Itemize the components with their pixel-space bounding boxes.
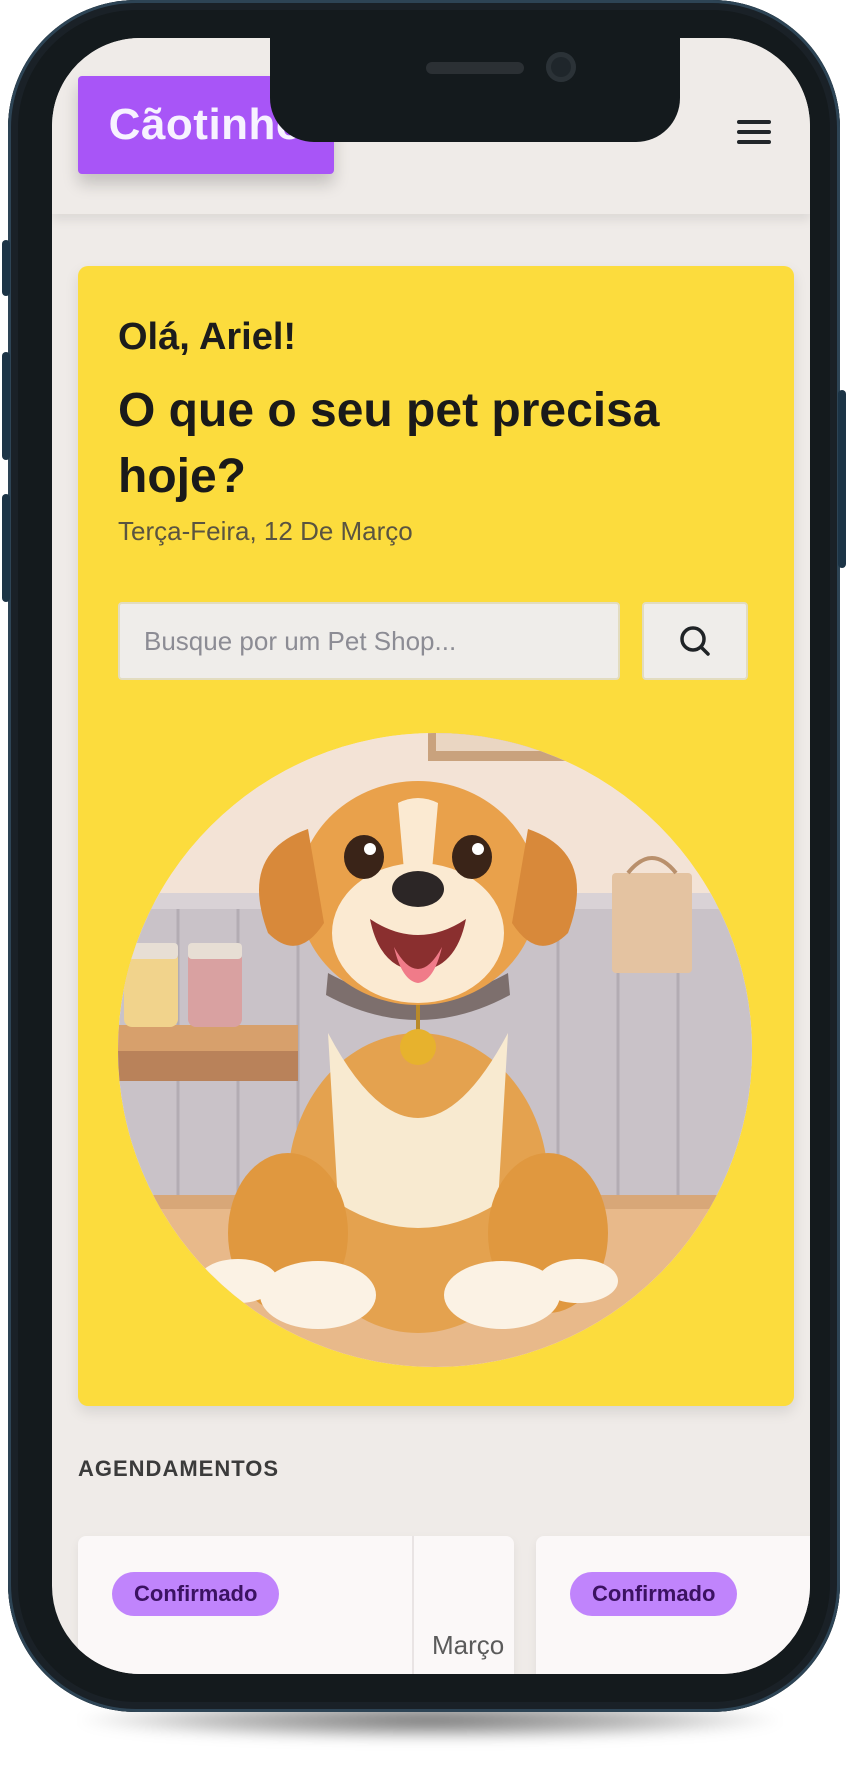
appointment-month: Março <box>432 1630 505 1660</box>
greeting-text: Olá, Ariel! <box>118 316 297 358</box>
status-badge: Confirmado <box>112 1572 280 1616</box>
search-button[interactable] <box>642 602 748 680</box>
device-mockup: Cãotinho Olá, Ariel! O que o seu pet pre… <box>0 0 846 1776</box>
dog-illustration <box>118 733 752 1367</box>
appointment-card[interactable]: Confirmado Março <box>78 1536 514 1674</box>
page-title: O que o seu pet precisa hoje? <box>118 384 660 503</box>
card-divider <box>412 1536 414 1674</box>
speaker-grille <box>426 62 524 74</box>
phone-screen: Cãotinho Olá, Ariel! O que o seu pet pre… <box>52 38 810 1674</box>
volume-down-button <box>2 494 10 602</box>
hero-card: Olá, Ariel! O que o seu pet precisa hoje… <box>78 266 794 1406</box>
mute-switch <box>2 240 10 296</box>
hamburger-menu-icon[interactable] <box>732 110 776 154</box>
power-button <box>838 390 846 568</box>
search-icon <box>680 626 710 656</box>
dog-illustration-art <box>118 733 752 1367</box>
appointment-card[interactable]: Confirmado <box>536 1536 810 1674</box>
status-badge: Confirmado <box>570 1572 738 1616</box>
phone-frame: Cãotinho Olá, Ariel! O que o seu pet pre… <box>2 0 846 1712</box>
volume-up-button <box>2 352 10 460</box>
front-camera <box>546 52 576 82</box>
notch <box>270 38 680 142</box>
current-date: Terça-Feira, 12 De Março <box>118 516 413 546</box>
search-input[interactable] <box>118 602 620 680</box>
appointments-heading: AGENDAMENTOS <box>78 1456 280 1481</box>
